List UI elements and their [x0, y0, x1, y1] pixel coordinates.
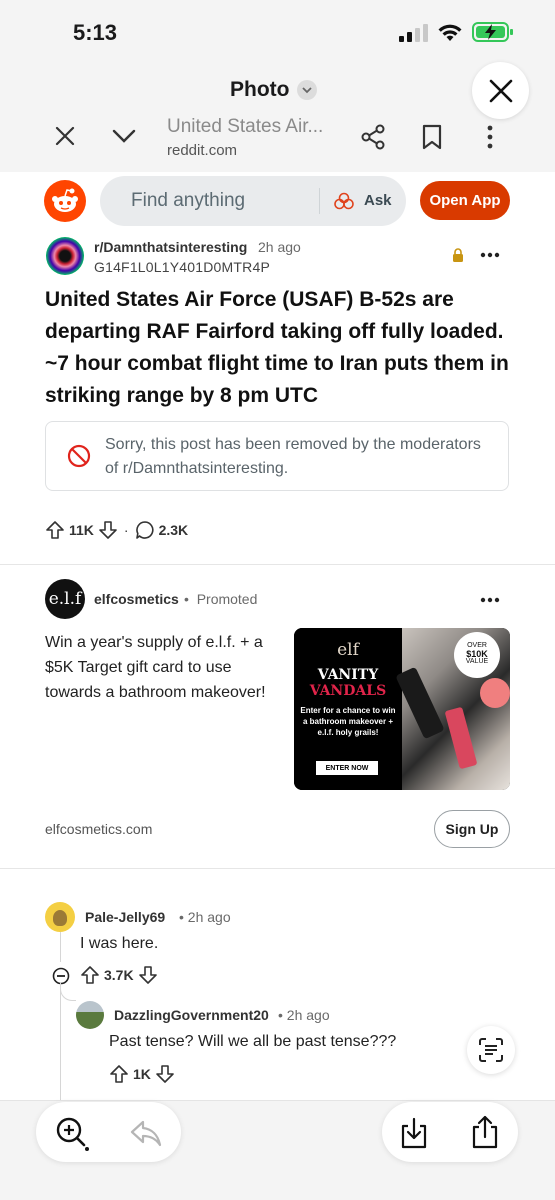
close-icon [489, 79, 512, 102]
ad-text[interactable]: Win a year's supply of e.l.f. + a $5K Ta… [45, 630, 285, 705]
avatar[interactable] [45, 902, 75, 932]
more-vertical-icon[interactable] [480, 124, 500, 150]
badge-amount: $10K [466, 649, 488, 659]
open-app-button[interactable]: Open App [420, 181, 510, 220]
collapse-thread-icon[interactable] [52, 967, 70, 985]
close-tab-icon[interactable] [53, 124, 77, 148]
comment-icon[interactable] [135, 520, 155, 540]
thread-line [60, 982, 61, 1102]
battery-charging-icon [472, 22, 513, 42]
close-photo-button[interactable] [472, 62, 529, 119]
chevron-down-icon [297, 80, 318, 100]
reddit-snoo-icon [52, 188, 78, 212]
post-comment-count: 2.3K [158, 522, 189, 538]
search-placeholder: Find anything [131, 190, 246, 211]
product-sponge [480, 678, 510, 708]
removed-notice-text: Sorry, this post has been removed by the… [105, 436, 481, 477]
dot-separator: • [278, 1007, 283, 1023]
ad-value-badge: OVER $10K VALUE [454, 632, 500, 678]
dot-separator: • [179, 909, 184, 925]
share-icon[interactable] [470, 1114, 500, 1150]
post-vote-count: 11K [69, 522, 94, 538]
live-text-icon [479, 1038, 503, 1062]
promoted-text: Promoted [196, 591, 258, 607]
download-icon[interactable] [399, 1116, 429, 1150]
search-input[interactable]: Find anything Ask [100, 176, 406, 226]
wifi-icon [438, 24, 462, 41]
live-text-button[interactable] [467, 1026, 515, 1074]
lock-icon [453, 248, 463, 262]
ad-image-brand: elf [337, 640, 359, 660]
chevron-down-icon[interactable] [111, 126, 137, 146]
upvote-icon[interactable] [45, 520, 65, 540]
ad-image-panel: elf VANITY VANDALS Enter for a chance to… [294, 628, 402, 790]
reddit-header: Find anything Ask Open App [0, 172, 555, 232]
zoom-in-icon[interactable] [54, 1115, 90, 1151]
bookmark-icon[interactable] [421, 124, 443, 150]
ad-domain[interactable]: elfcosmetics.com [45, 821, 152, 837]
post-time: 2h ago [258, 239, 301, 255]
ad-image-headline: VANITY [317, 667, 379, 683]
ask-button[interactable]: Ask [364, 192, 392, 209]
reply-icon[interactable] [129, 1118, 163, 1148]
dot-separator: • [184, 591, 189, 607]
subreddit-name[interactable]: r/Damnthatsinteresting [94, 239, 247, 255]
comment-username[interactable]: DazzlingGovernment20 [114, 1007, 269, 1023]
advertiser-logo[interactable]: e.l.f [45, 579, 85, 619]
comment-time-text: 2h ago [286, 1007, 330, 1023]
reddit-logo[interactable] [44, 180, 86, 222]
downvote-icon[interactable] [98, 520, 118, 540]
badge-top: OVER [467, 642, 487, 649]
prohibited-icon [67, 444, 91, 468]
photo-title: Photo [230, 78, 290, 101]
divider [0, 868, 555, 869]
ad-image[interactable]: elf VANITY VANDALS Enter for a chance to… [294, 628, 510, 790]
badge-bottom: VALUE [465, 658, 489, 665]
sign-up-button[interactable]: Sign Up [434, 810, 510, 848]
post-actions: 11K · 2.3K [45, 518, 192, 542]
upvote-icon[interactable] [109, 1064, 129, 1084]
thread-branch [60, 985, 76, 1001]
cellular-signal-icon [399, 24, 428, 42]
comment-actions: 1K [109, 1064, 175, 1084]
comment-vote-count: 3.7K [104, 967, 134, 983]
removed-notice: Sorry, this post has been removed by the… [45, 421, 509, 491]
site-domain: reddit.com [167, 142, 238, 159]
thread-line [60, 932, 61, 962]
photo-viewer-header: Photo United States Air... reddit.com [0, 62, 555, 172]
ask-icon [334, 192, 354, 210]
comment-time-text: 2h ago [187, 909, 231, 925]
photo-title-menu[interactable]: Photo [230, 78, 318, 102]
promoted-label: • Promoted [184, 591, 257, 607]
comment-body: I was here. [80, 935, 159, 952]
downvote-icon[interactable] [155, 1064, 175, 1084]
separator: · [123, 522, 129, 538]
post-author[interactable]: G14F1L0L1Y401D0MTR4P [94, 259, 270, 275]
comment-body: Past tense? Will we all be past tense??? [109, 1033, 397, 1050]
more-horizontal-icon[interactable] [480, 597, 500, 603]
comment-vote-count: 1K [133, 1066, 151, 1082]
ad-image-cta: ENTER NOW [316, 761, 378, 775]
comment-time: • 2h ago [278, 1007, 330, 1023]
ad-image-headline: VANDALS [309, 683, 387, 699]
advertiser-name[interactable]: elfcosmetics [94, 591, 179, 607]
status-bar: 5:13 [0, 0, 555, 62]
avatar[interactable] [76, 1001, 104, 1029]
ad-image-copy: Enter for a chance to win a bathroom mak… [300, 706, 396, 737]
comment-time: • 2h ago [179, 909, 231, 925]
comment-username[interactable]: Pale-Jelly69 [85, 909, 165, 925]
upvote-icon[interactable] [80, 965, 100, 985]
subreddit-avatar[interactable] [46, 237, 84, 275]
downvote-icon[interactable] [138, 965, 158, 985]
status-time: 5:13 [73, 20, 118, 45]
divider [0, 564, 555, 565]
more-horizontal-icon[interactable] [480, 252, 500, 258]
comment-actions: 3.7K [80, 965, 158, 985]
site-title: United States Air... [167, 116, 324, 137]
share-icon[interactable] [360, 124, 386, 150]
search-divider [319, 188, 320, 214]
post-title[interactable]: United States Air Force (USAF) B-52s are… [45, 284, 525, 412]
